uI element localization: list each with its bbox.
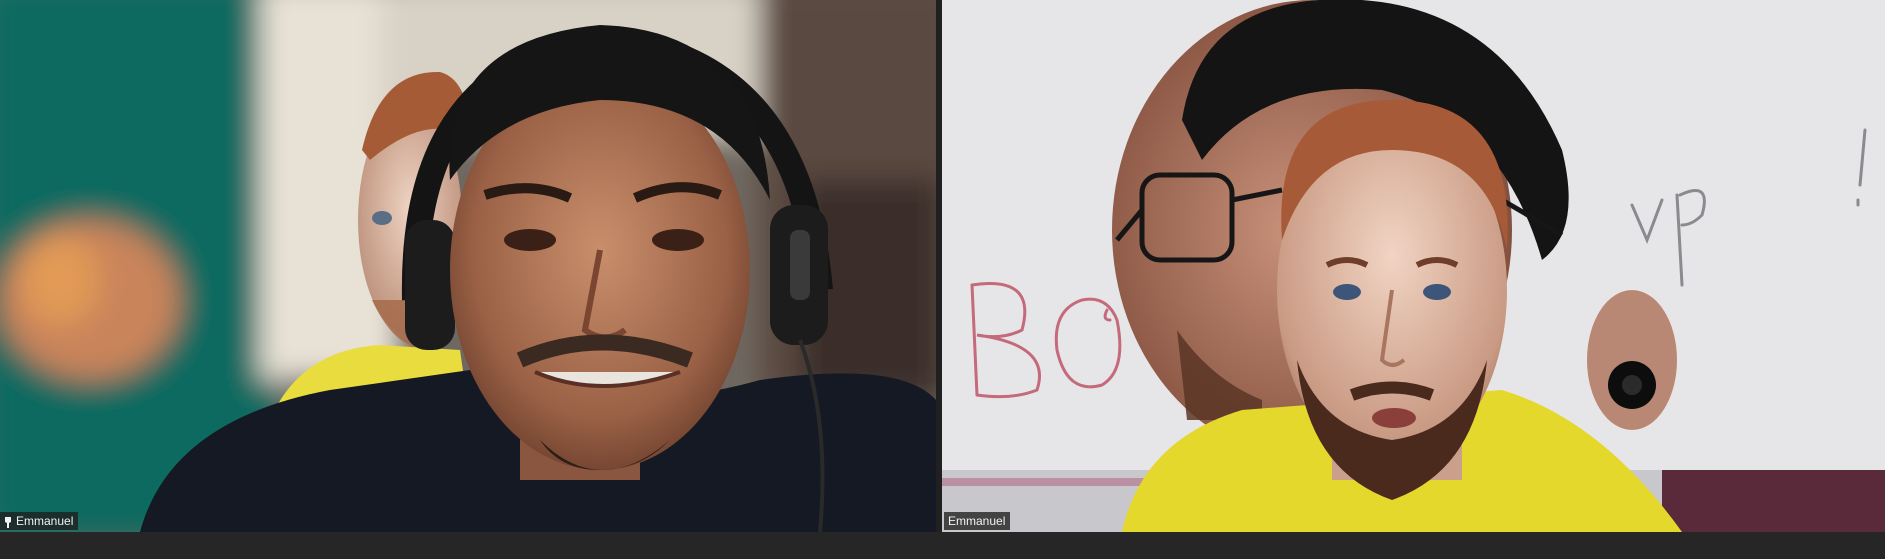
video-tile-right[interactable]: Emmanuel — [942, 0, 1885, 532]
meeting-bottom-bar — [0, 532, 1885, 559]
participant-name-tag-right: Emmanuel — [944, 512, 1011, 530]
video-tile-left[interactable]: Emmanuel — [0, 0, 936, 532]
participant-video-right — [942, 0, 1885, 532]
pin-icon — [4, 516, 12, 528]
participant-name-left: Emmanuel — [16, 514, 74, 528]
participant-video-left — [0, 0, 936, 532]
participant-name-tag-left: Emmanuel — [0, 512, 79, 530]
participant-name-right: Emmanuel — [948, 514, 1006, 528]
